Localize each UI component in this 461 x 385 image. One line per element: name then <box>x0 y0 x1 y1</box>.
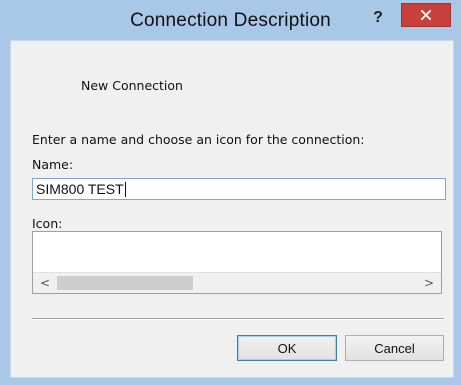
separator <box>32 318 444 320</box>
instructions-text: Enter a name and choose an icon for the … <box>32 132 365 147</box>
close-icon <box>420 9 432 21</box>
text-caret <box>124 181 126 197</box>
cancel-button[interactable]: Cancel <box>345 335 444 361</box>
title-bar[interactable]: Connection Description ? <box>1 1 460 41</box>
dialog-client-area: New Connection Enter a name and choose a… <box>10 40 454 378</box>
name-input-value: SIM800 TEST <box>36 181 124 197</box>
scrollbar-thumb[interactable] <box>57 276 193 290</box>
dialog-window: Connection Description ? New Connection … <box>0 0 461 385</box>
ok-button[interactable]: OK <box>237 335 337 361</box>
close-button[interactable] <box>401 3 451 27</box>
horizontal-scrollbar[interactable]: < > <box>33 272 441 293</box>
connection-name-display: New Connection <box>81 78 183 93</box>
name-input[interactable]: SIM800 TEST <box>32 178 446 200</box>
scroll-left-arrow-icon[interactable]: < <box>35 273 55 293</box>
help-button[interactable]: ? <box>363 5 393 31</box>
icon-list[interactable]: < > <box>32 231 442 294</box>
scroll-right-arrow-icon[interactable]: > <box>419 273 439 293</box>
name-label: Name: <box>32 157 74 172</box>
icon-label: Icon: <box>32 216 63 231</box>
